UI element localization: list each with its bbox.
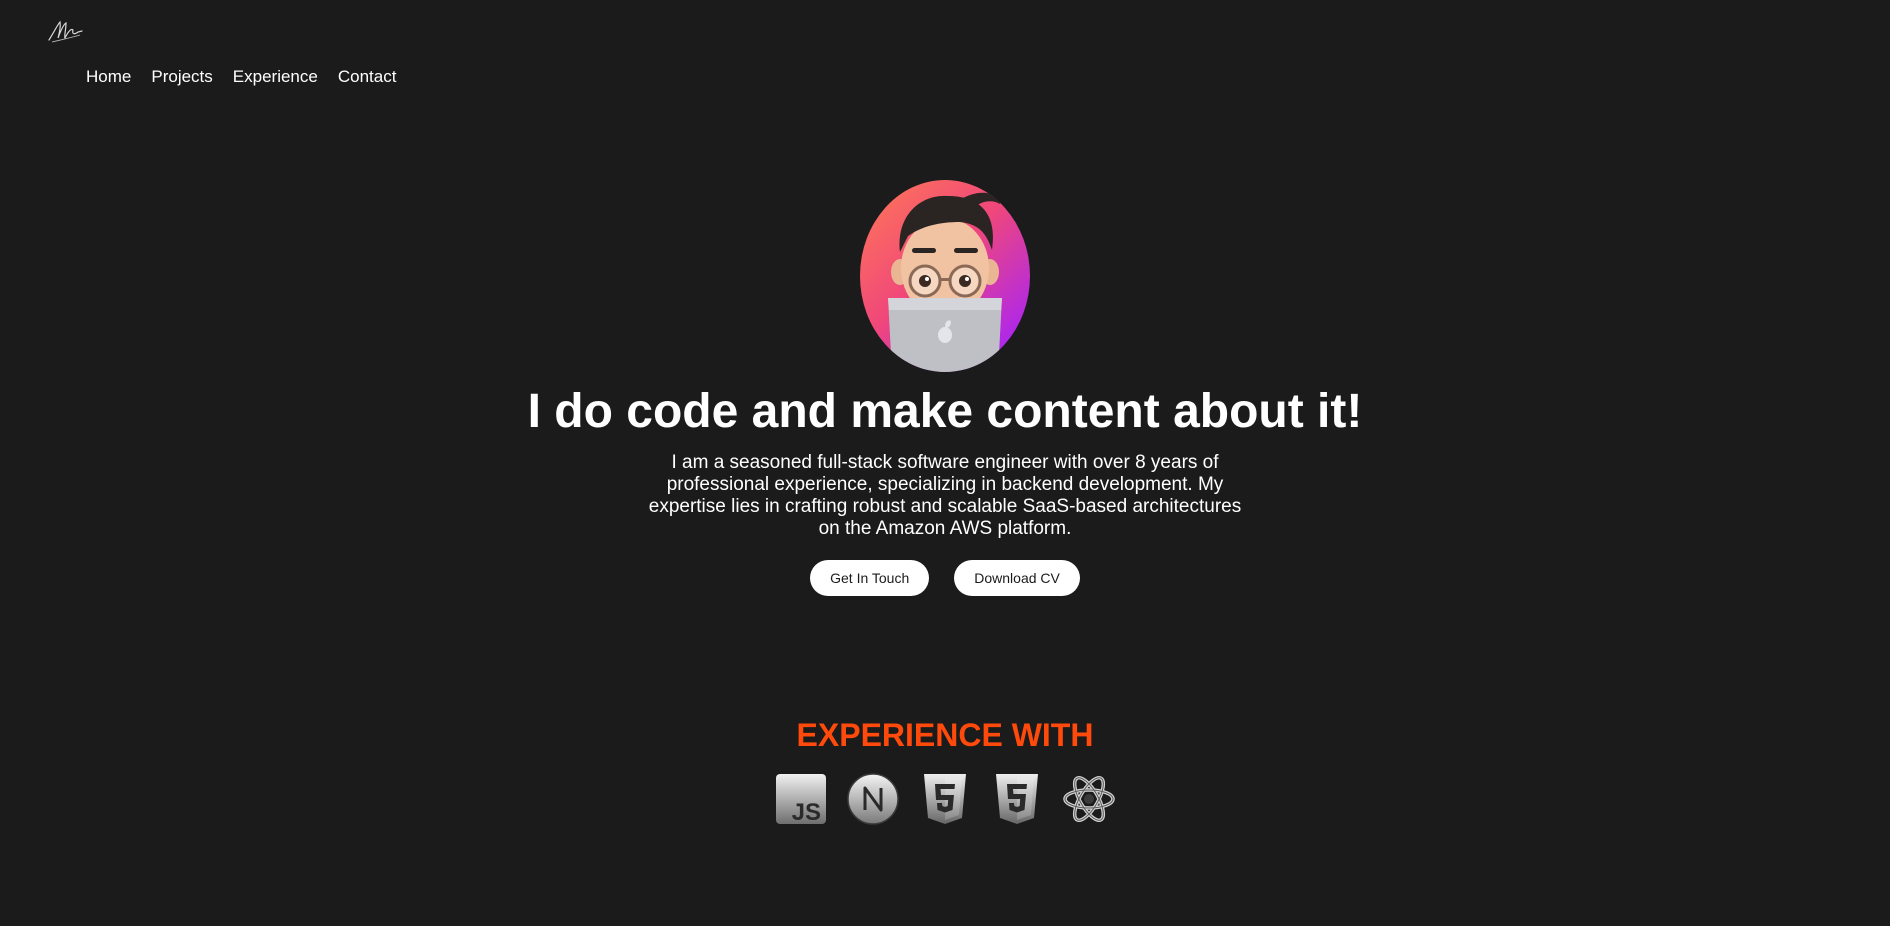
experience-section: EXPERIENCE WITH JS xyxy=(0,716,1890,826)
css3-icon xyxy=(996,774,1038,824)
hero-headline: I do code and make content about it! xyxy=(527,385,1363,438)
avatar xyxy=(860,180,1030,372)
nav-experience[interactable]: Experience xyxy=(233,66,318,88)
html5-icon xyxy=(924,774,966,824)
page: Home Projects Experience Contact I do co… xyxy=(0,0,1890,926)
svg-text:JS: JS xyxy=(792,799,821,826)
signature-logo[interactable] xyxy=(46,18,86,44)
main-nav: Home Projects Experience Contact xyxy=(86,66,396,88)
nav-home[interactable]: Home xyxy=(86,66,131,88)
get-in-touch-button[interactable]: Get In Touch xyxy=(810,560,930,596)
hero-buttons: Get In Touch Download CV xyxy=(810,560,1080,596)
hero-bio: I am a seasoned full-stack software engi… xyxy=(648,452,1242,539)
react-icon xyxy=(1063,775,1115,823)
hero-section: I do code and make content about it! I a… xyxy=(0,180,1890,596)
experience-title: EXPERIENCE WITH xyxy=(796,717,1094,753)
tech-icons: JS xyxy=(775,772,1115,826)
javascript-icon: JS xyxy=(776,774,826,826)
download-cv-button[interactable]: Download CV xyxy=(954,560,1080,596)
nav-projects[interactable]: Projects xyxy=(151,66,212,88)
nav-contact[interactable]: Contact xyxy=(338,66,397,88)
nextjs-icon xyxy=(847,773,899,825)
